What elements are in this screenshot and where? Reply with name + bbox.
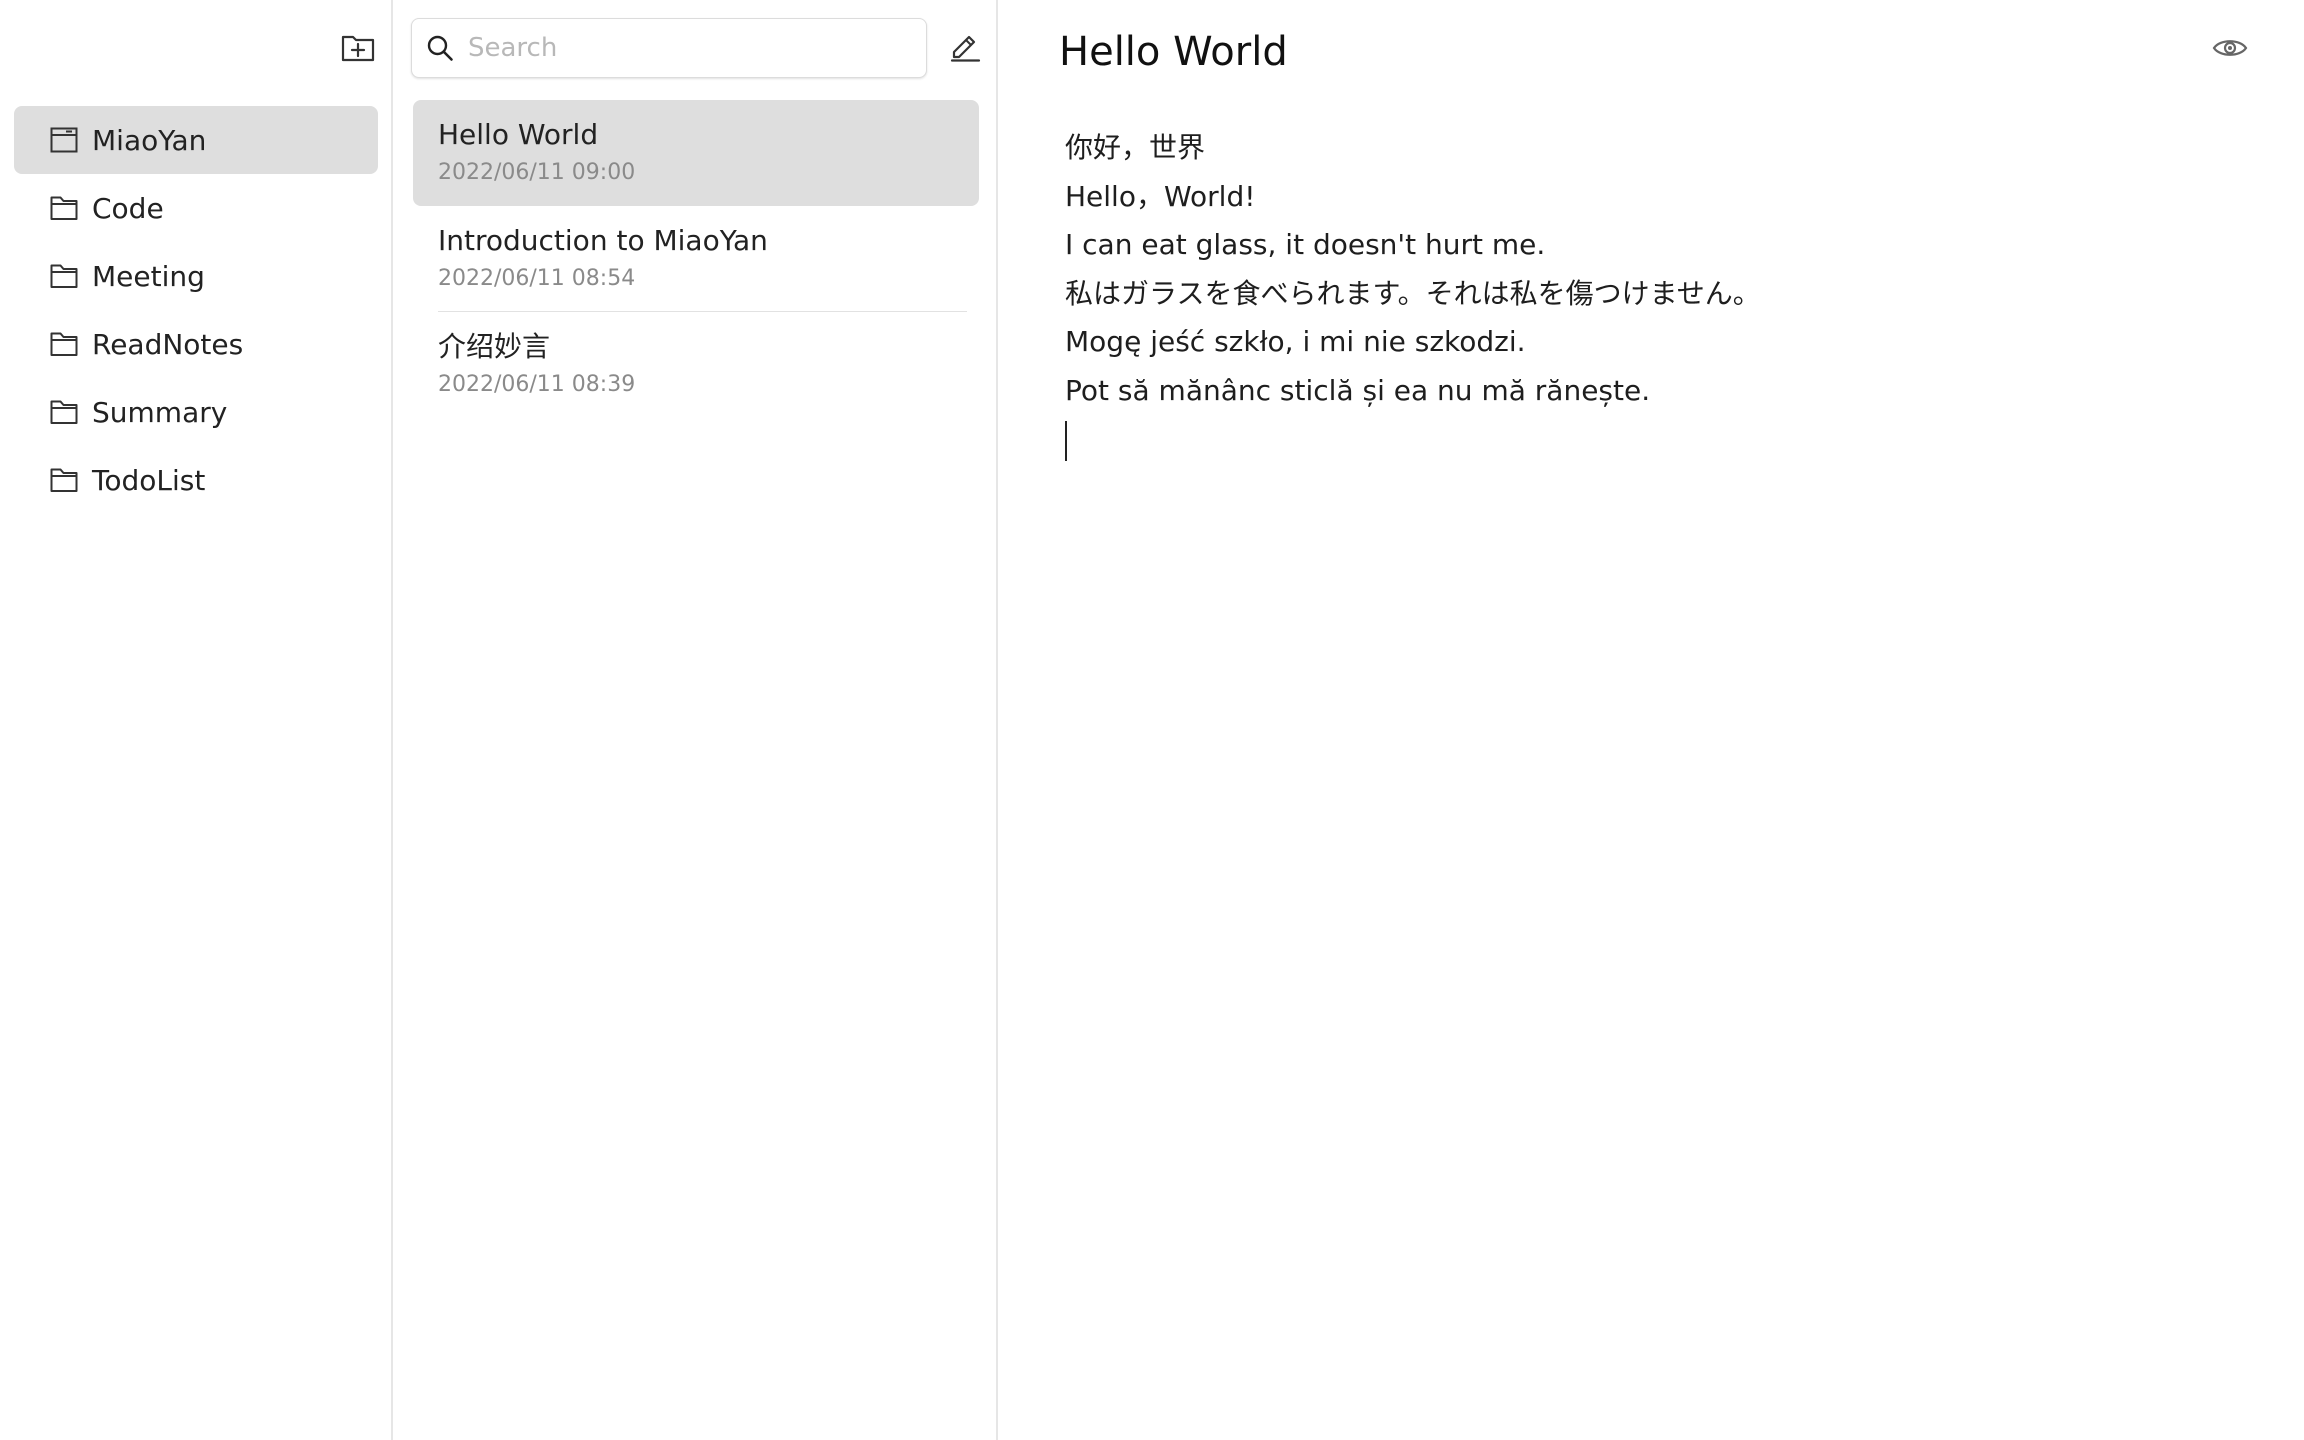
folder-list: MiaoYan Code Meeting ReadNotes Summary T… [14,106,378,514]
folder-plus-icon [341,35,375,62]
search-input[interactable] [468,33,908,63]
editor-panel: Hello World 你好，世界 Hello，World! I can eat… [1000,0,2304,1440]
sidebar: MiaoYan Code Meeting ReadNotes Summary T… [0,0,393,1440]
sidebar-item-label: MiaoYan [92,123,207,157]
sidebar-item-label: ReadNotes [92,327,244,361]
sidebar-item-label: Meeting [92,259,205,293]
sidebar-item-readnotes[interactable]: ReadNotes [14,310,378,378]
editor-line: 你好，世界 [1065,131,1206,164]
new-folder-button[interactable] [338,30,378,66]
folder-icon [50,331,80,357]
note-title: Introduction to MiaoYan [438,224,768,257]
folder-icon [50,399,80,425]
pencil-icon [950,35,981,62]
sidebar-item-label: Summary [92,395,228,429]
note-item-hello-world[interactable]: Hello World 2022/06/11 09:00 [413,100,979,206]
note-item-introduction[interactable]: Introduction to MiaoYan 2022/06/11 08:54 [413,206,979,312]
search-box[interactable] [411,18,927,78]
editor-line: Hello，World! [1065,179,1256,213]
sidebar-item-miaoyan[interactable]: MiaoYan [14,106,378,174]
note-title: Hello World [438,118,599,151]
editor-text-area[interactable]: 你好，世界 Hello，World! I can eat glass, it d… [1065,124,2245,461]
note-date: 2022/06/11 08:39 [438,372,636,397]
sidebar-item-todolist[interactable]: TodoList [14,446,378,514]
preview-button[interactable] [2210,30,2250,66]
note-list: Hello World 2022/06/11 09:00 Introductio… [413,100,979,418]
sidebar-item-label: Code [92,191,164,225]
editor-line: Mogę jeść szkło, i mi nie szkodzi. [1065,325,1526,358]
note-title-heading[interactable]: Hello World [1059,24,1288,80]
eye-icon [2212,40,2248,56]
note-title: 介绍妙言 [438,330,551,363]
note-item-jieshao[interactable]: 介绍妙言 2022/06/11 08:39 [413,312,979,418]
inbox-icon [50,127,80,153]
folder-icon [50,195,80,221]
sidebar-item-label: TodoList [92,463,206,497]
sidebar-item-code[interactable]: Code [14,174,378,242]
sidebar-item-meeting[interactable]: Meeting [14,242,378,310]
text-caret [1065,421,1067,461]
new-note-button[interactable] [947,28,983,64]
editor-line: 私はガラスを食べられます。それは私を傷つけません。 [1065,276,1761,310]
search-icon [426,34,454,62]
folder-icon [50,467,80,493]
editor-line: Pot să mănânc sticlă și ea nu mă rănește… [1065,373,1651,407]
note-date: 2022/06/11 09:00 [438,160,636,185]
note-date: 2022/06/11 08:54 [438,266,636,291]
folder-icon [50,263,80,289]
note-list-panel: Hello World 2022/06/11 09:00 Introductio… [395,0,998,1440]
editor-line: I can eat glass, it doesn't hurt me. [1065,228,1546,261]
sidebar-item-summary[interactable]: Summary [14,378,378,446]
